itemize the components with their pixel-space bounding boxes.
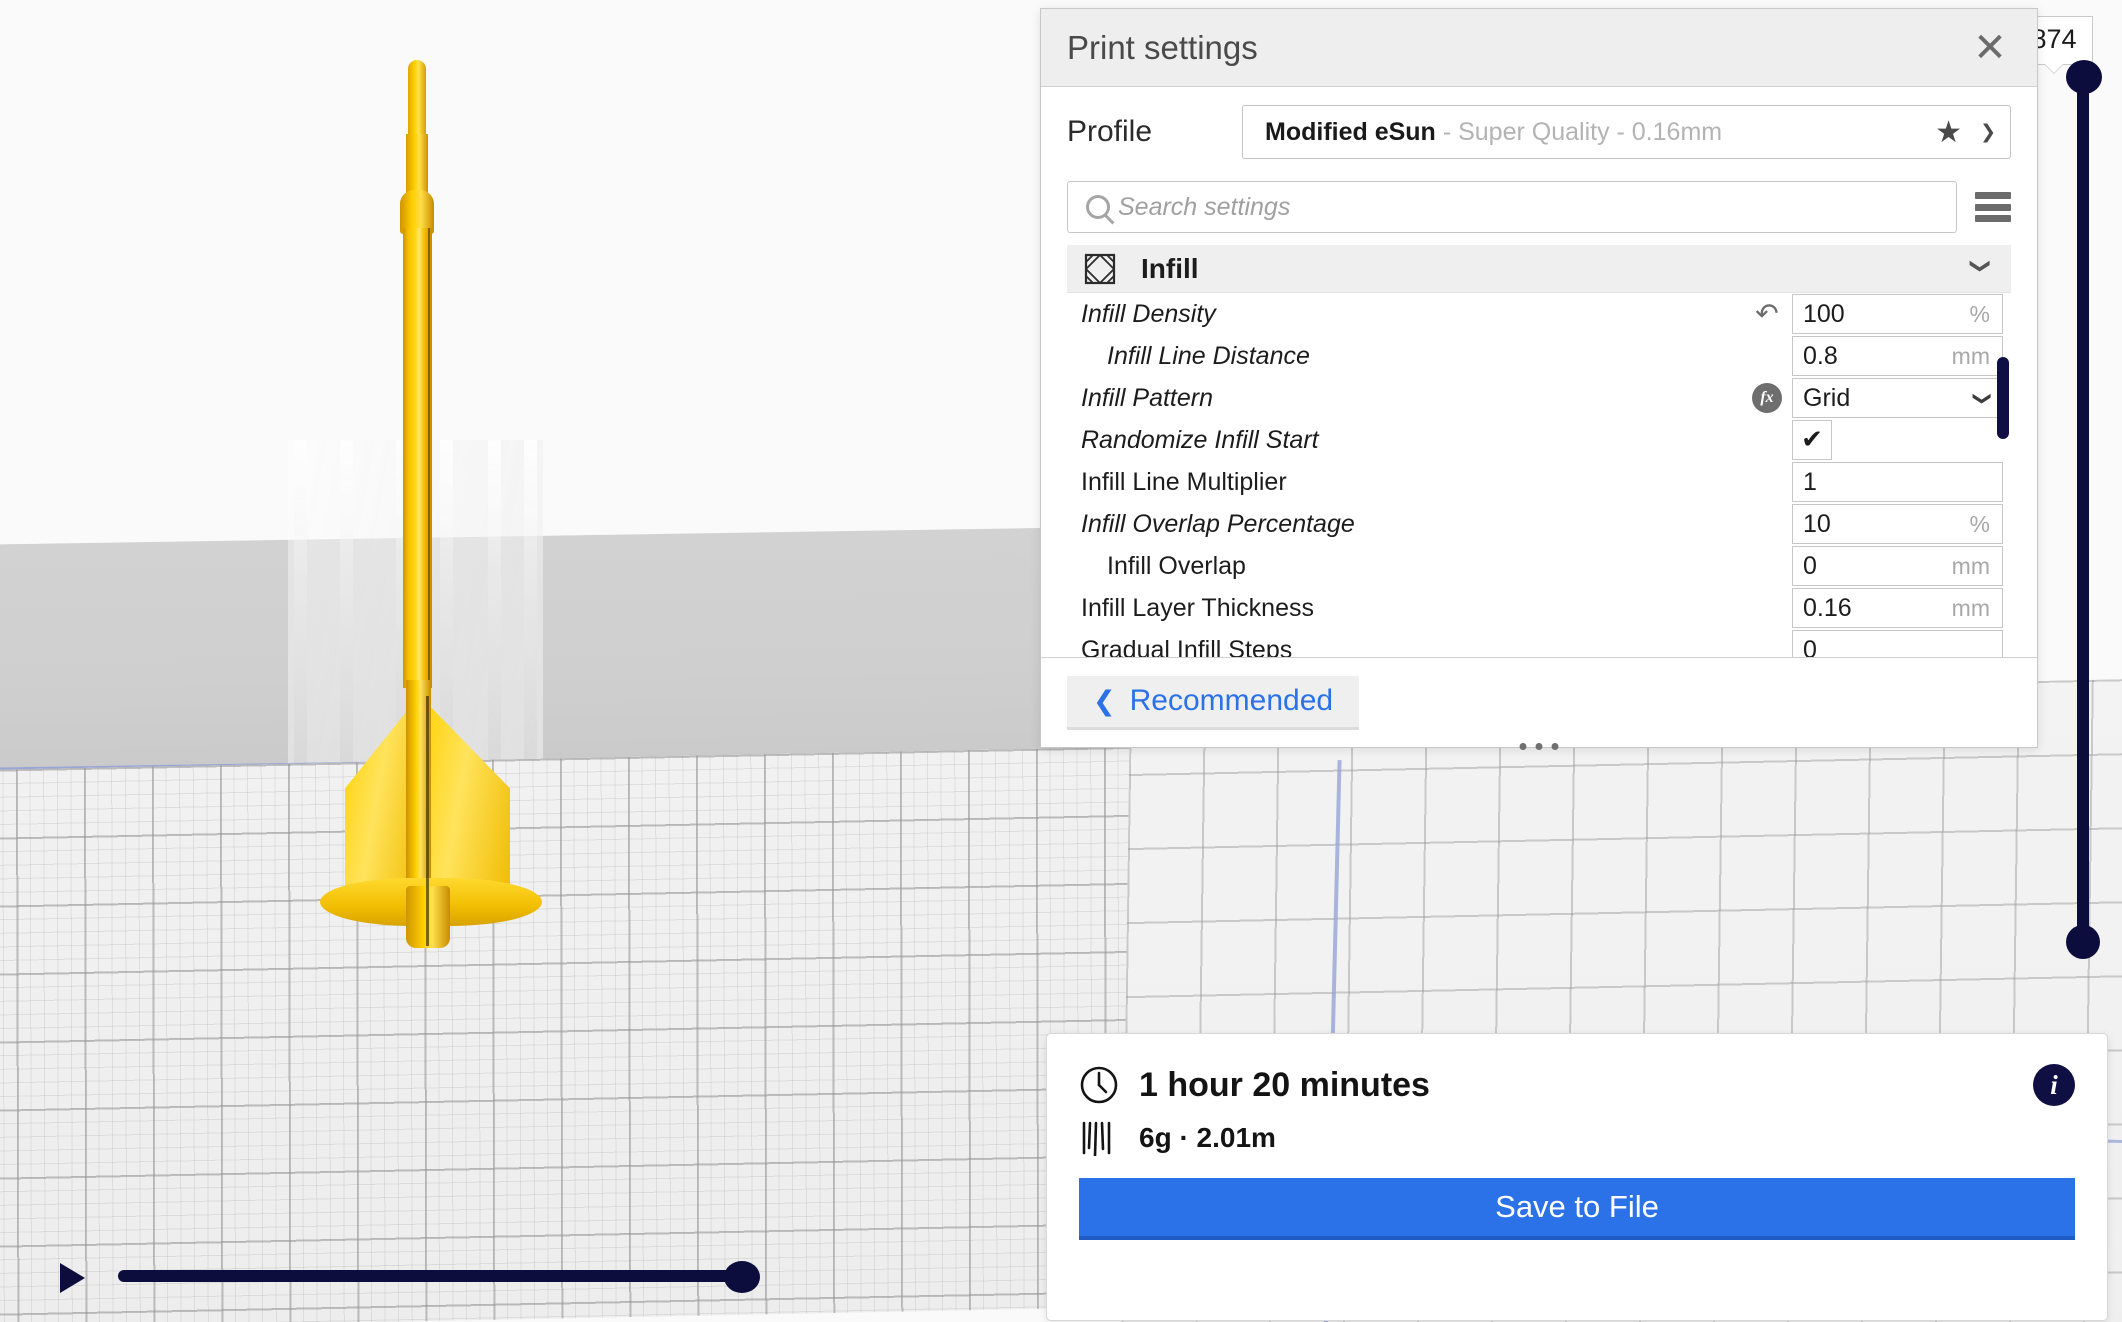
settings-scrollbar[interactable] xyxy=(1997,357,2009,439)
rocket-model[interactable] xyxy=(300,60,600,890)
save-to-file-button[interactable]: Save to File xyxy=(1079,1178,2075,1240)
print-settings-dialog: Print settings ✕ Profile Modified eSun -… xyxy=(1040,8,2038,748)
setting-row: Infill Patternfx Grid❯ xyxy=(1067,377,2011,419)
resize-grip-icon[interactable] xyxy=(1520,743,1559,750)
setting-label: Infill Overlap Percentage xyxy=(1081,510,1750,539)
rocket-lower-seam xyxy=(426,696,429,946)
setting-input[interactable]: 0mm xyxy=(1792,546,2003,586)
setting-checkbox[interactable]: ✔ xyxy=(1792,420,1832,460)
setting-row: Infill Overlap 0mm xyxy=(1067,545,2011,587)
setting-row: Infill Line Multiplier 1 xyxy=(1067,461,2011,503)
settings-list-wrapper: Infill❯Infill Density↶100%Infill Line Di… xyxy=(1067,245,2011,657)
setting-label: Infill Line Distance xyxy=(1081,342,1750,371)
recommended-button-label: Recommended xyxy=(1130,684,1333,718)
section-header-infill[interactable]: Infill❯ xyxy=(1067,245,2011,293)
setting-input[interactable]: 0.16mm xyxy=(1792,588,2003,628)
section-title: Infill xyxy=(1141,253,1970,285)
timeline-slider-track[interactable] xyxy=(118,1270,758,1282)
timeline-slider-handle[interactable] xyxy=(724,1261,760,1293)
search-row xyxy=(1067,167,2011,245)
layer-slider[interactable]: 874 xyxy=(2055,10,2115,960)
formula-fx-icon[interactable]: fx xyxy=(1752,383,1782,413)
setting-input[interactable]: 0 xyxy=(1792,630,2003,657)
setting-input[interactable]: 1 xyxy=(1792,462,2003,502)
revert-icon[interactable]: ↶ xyxy=(1750,297,1784,331)
setting-row: Infill Line Distance 0.8mm xyxy=(1067,335,2011,377)
setting-input[interactable]: 10% xyxy=(1792,504,2003,544)
setting-unit: % xyxy=(1970,301,1990,328)
setting-row: Gradual Infill Steps 0 xyxy=(1067,629,2011,657)
profile-subtitle: - Super Quality - 0.16mm xyxy=(1443,118,1935,147)
layer-slider-handle-bottom[interactable] xyxy=(2066,925,2100,959)
setting-value: 0.16 xyxy=(1803,594,1952,623)
rocket-body-seam xyxy=(428,228,430,698)
dialog-footer: ❮ Recommended xyxy=(1041,657,2037,747)
profile-name: Modified eSun xyxy=(1265,118,1436,147)
chevron-down-icon[interactable]: ❯ xyxy=(1970,257,1994,280)
recommended-button[interactable]: ❮ Recommended xyxy=(1067,676,1359,730)
rocket-nose-cone xyxy=(408,60,426,140)
setting-value: 100 xyxy=(1803,300,1970,329)
setting-input[interactable]: 100% xyxy=(1792,294,2003,334)
search-icon xyxy=(1086,195,1110,219)
chevron-left-icon: ❮ xyxy=(1093,686,1116,717)
profile-row: Profile Modified eSun - Super Quality - … xyxy=(1067,87,2011,167)
star-icon[interactable]: ★ xyxy=(1935,115,1962,150)
chevron-down-icon[interactable]: ❯ xyxy=(1980,121,1996,143)
rocket-fin-right xyxy=(420,696,510,906)
setting-value: 10 xyxy=(1803,510,1970,539)
infill-grid-icon xyxy=(1083,252,1117,286)
setting-select[interactable]: Grid❯ xyxy=(1792,378,2003,418)
play-icon[interactable] xyxy=(60,1263,85,1293)
search-input[interactable] xyxy=(1118,193,1942,222)
setting-label: Gradual Infill Steps xyxy=(1081,636,1750,658)
setting-row: Infill Layer Thickness 0.16mm xyxy=(1067,587,2011,629)
setting-row: Randomize Infill Start ✔ xyxy=(1067,419,2011,461)
profile-selector[interactable]: Modified eSun - Super Quality - 0.16mm ★… xyxy=(1242,105,2011,159)
setting-value: 1 xyxy=(1803,468,1990,497)
setting-value: Grid xyxy=(1803,384,1975,413)
setting-label: Infill Pattern xyxy=(1081,384,1752,413)
chevron-down-icon[interactable]: ❯ xyxy=(1972,390,1993,405)
setting-row: Infill Overlap Percentage 10% xyxy=(1067,503,2011,545)
setting-unit: % xyxy=(1970,511,1990,538)
search-box[interactable] xyxy=(1067,181,1957,233)
material-usage-row: 6g · 2.01m xyxy=(1079,1120,2075,1156)
layer-slider-handle-top[interactable] xyxy=(2066,60,2102,94)
setting-row: Infill Density↶100% xyxy=(1067,293,2011,335)
print-time-value: 1 hour 20 minutes xyxy=(1139,1066,2033,1105)
info-icon[interactable]: i xyxy=(2033,1064,2075,1106)
hamburger-menu-icon[interactable] xyxy=(1975,192,2011,222)
layer-slider-track[interactable] xyxy=(2077,82,2089,954)
dialog-title: Print settings xyxy=(1067,29,1967,67)
setting-label: Randomize Infill Start xyxy=(1081,426,1750,455)
setting-unit: mm xyxy=(1952,595,1990,622)
clock-icon xyxy=(1079,1065,1119,1105)
setting-value: 0.8 xyxy=(1803,342,1952,371)
setting-label: Infill Density xyxy=(1081,300,1750,329)
setting-value: 0 xyxy=(1803,636,1990,658)
close-icon[interactable]: ✕ xyxy=(1967,25,2013,71)
setting-unit: mm xyxy=(1952,553,1990,580)
timeline-slider[interactable] xyxy=(60,1255,780,1301)
profile-label: Profile xyxy=(1067,115,1242,149)
setting-label: Infill Layer Thickness xyxy=(1081,594,1750,623)
dialog-body: Profile Modified eSun - Super Quality - … xyxy=(1041,87,2037,657)
setting-input[interactable]: 0.8mm xyxy=(1792,336,2003,376)
setting-unit: mm xyxy=(1952,343,1990,370)
material-usage-value: 6g · 2.01m xyxy=(1139,1122,1276,1154)
setting-label: Infill Line Multiplier xyxy=(1081,468,1750,497)
dialog-titlebar[interactable]: Print settings ✕ xyxy=(1041,9,2037,87)
material-spool-icon xyxy=(1079,1120,1119,1156)
print-time-row: 1 hour 20 minutes i xyxy=(1079,1064,2075,1106)
print-info-card: 1 hour 20 minutes i 6g · 2.01m Save to F… xyxy=(1046,1033,2108,1321)
settings-list: Infill❯Infill Density↶100%Infill Line Di… xyxy=(1067,245,2011,657)
setting-label: Infill Overlap xyxy=(1081,552,1750,581)
setting-value: 0 xyxy=(1803,552,1952,581)
